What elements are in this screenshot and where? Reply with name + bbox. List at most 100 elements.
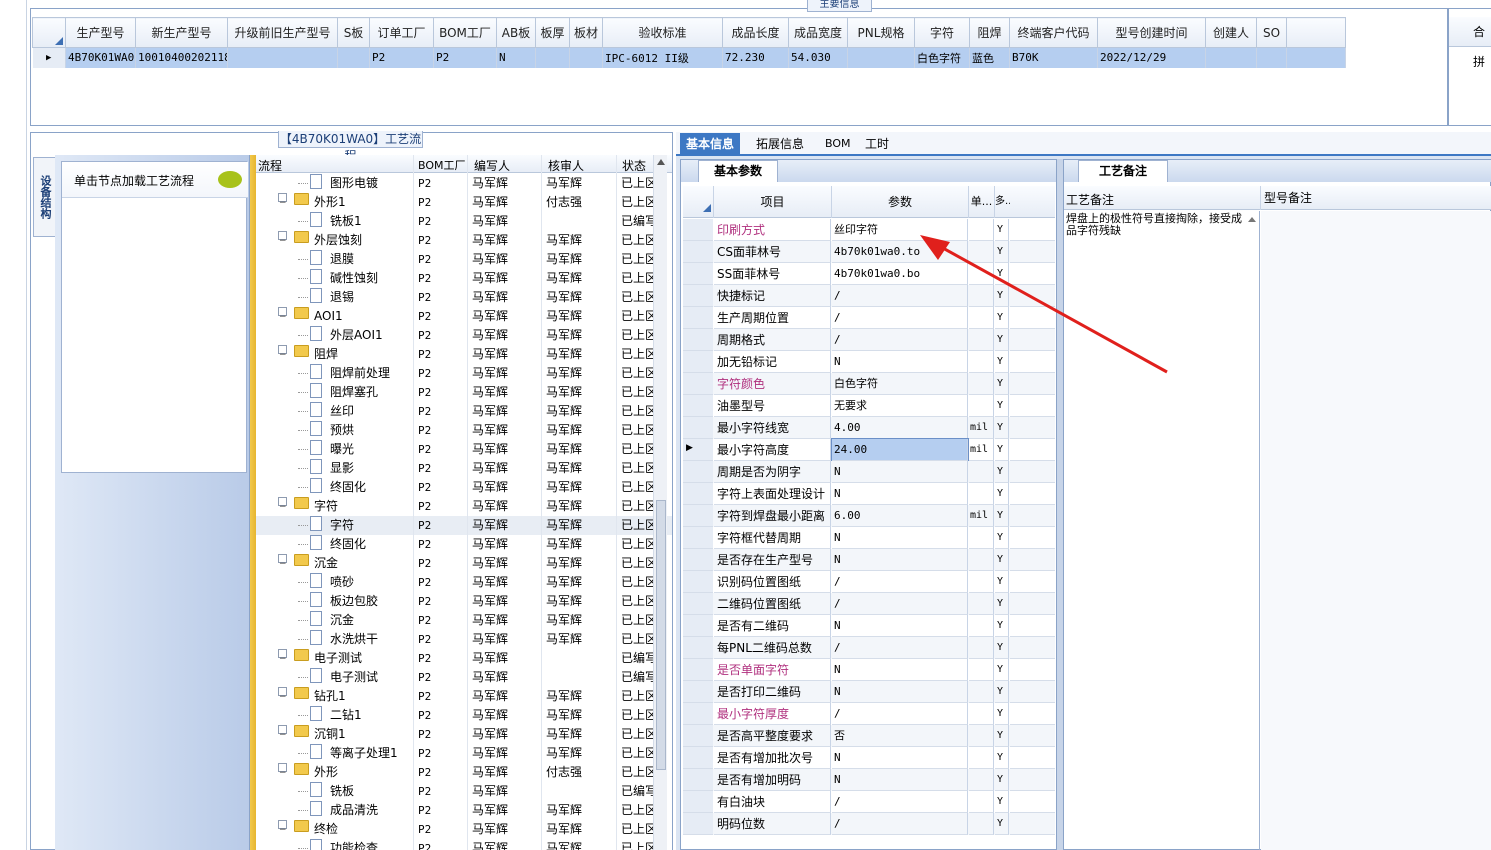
process-row[interactable]: 终固化 P2 马军辉 马军辉 已上区: [256, 478, 672, 497]
process-row[interactable]: 阻焊前处理 P2 马军辉 马军辉 已上区: [256, 364, 672, 383]
param-value[interactable]: /: [832, 571, 968, 593]
remark-scroll-up-icon[interactable]: [1248, 217, 1256, 222]
process-row[interactable]: 丝印 P2 马军辉 马军辉 已上区: [256, 402, 672, 421]
main-col-header[interactable]: 板材: [569, 17, 603, 48]
collapse-icon[interactable]: −: [278, 649, 287, 664]
row-header[interactable]: [683, 307, 713, 329]
main-col-header[interactable]: 板厚: [535, 17, 570, 48]
main-cell[interactable]: P2: [433, 47, 497, 68]
col-unit[interactable]: 单...: [968, 186, 994, 218]
row-header[interactable]: [683, 659, 713, 681]
process-row[interactable]: 曝光 P2 马军辉 马军辉 已上区: [256, 440, 672, 459]
row-header[interactable]: [683, 241, 713, 263]
row-header[interactable]: [683, 483, 713, 505]
param-value[interactable]: N: [832, 659, 968, 681]
collapse-icon[interactable]: −: [278, 687, 287, 702]
process-row[interactable]: 阻焊塞孔 P2 马军辉 马军辉 已上区: [256, 383, 672, 402]
process-row[interactable]: 板边包胶 P2 马军辉 马军辉 已上区: [256, 592, 672, 611]
process-row[interactable]: − 字符 P2 马军辉 马军辉 已上区: [256, 497, 672, 516]
row-header[interactable]: [683, 791, 713, 813]
col-process-remark[interactable]: 工艺备注: [1066, 191, 1114, 208]
row-header[interactable]: [683, 593, 713, 615]
main-cell[interactable]: 72.230: [722, 47, 789, 68]
param-value[interactable]: /: [832, 791, 968, 813]
collapse-icon[interactable]: −: [278, 820, 287, 835]
main-col-header[interactable]: 成品长度: [722, 17, 789, 48]
param-value[interactable]: N: [832, 549, 968, 571]
process-row[interactable]: 终固化 P2 马军辉 马军辉 已上区: [256, 535, 672, 554]
param-row[interactable]: 最小字符厚度 / Y: [683, 703, 1055, 725]
main-cell[interactable]: P2: [369, 47, 434, 68]
main-col-header[interactable]: 订单工厂: [369, 17, 434, 48]
main-col-header[interactable]: BOM工厂: [433, 17, 497, 48]
main-cell[interactable]: IPC-6012 II级: [602, 47, 723, 68]
main-col-header[interactable]: SO: [1256, 17, 1287, 48]
main-col-header[interactable]: 升级前旧生产型号: [227, 17, 338, 48]
tab-work-hours[interactable]: 工时: [859, 133, 895, 155]
row-header[interactable]: [683, 571, 713, 593]
param-value[interactable]: /: [832, 593, 968, 615]
collapse-icon[interactable]: −: [278, 231, 287, 246]
param-value[interactable]: 6.00: [832, 505, 968, 527]
main-cell[interactable]: 蓝色: [969, 47, 1010, 68]
row-header[interactable]: [683, 703, 713, 725]
row-header[interactable]: [683, 725, 713, 747]
vtab-device-structure[interactable]: 设备结构: [33, 157, 55, 237]
tab-extended-info[interactable]: 拓展信息: [750, 133, 810, 155]
params-corner[interactable]: [703, 204, 711, 212]
collapse-icon[interactable]: −: [278, 763, 287, 778]
main-col-header[interactable]: 创建人: [1205, 17, 1257, 48]
process-row[interactable]: − 终检 P2 马军辉 马军辉 已上区: [256, 820, 672, 839]
param-row[interactable]: 是否高平整度要求否 Y: [683, 725, 1055, 747]
main-cell[interactable]: [847, 47, 915, 68]
model-remark-cell[interactable]: [1261, 211, 1491, 850]
param-row[interactable]: 是否有增加批次号 N Y: [683, 747, 1055, 769]
param-row[interactable]: 油墨型号 无要求 Y: [683, 395, 1055, 417]
process-row[interactable]: 电子测试 P2 马军辉 已编写: [256, 668, 672, 687]
param-row[interactable]: 有白油块 / Y: [683, 791, 1055, 813]
main-cell[interactable]: 白色字符: [914, 47, 970, 68]
main-col-header[interactable]: 字符: [914, 17, 970, 48]
main-cell[interactable]: B70K: [1009, 47, 1098, 68]
row-header[interactable]: [683, 769, 713, 791]
param-value[interactable]: /: [832, 637, 968, 659]
tab-bom[interactable]: BOM: [819, 133, 857, 155]
row-header[interactable]: [683, 747, 713, 769]
main-col-header[interactable]: 阻焊: [969, 17, 1010, 48]
process-row[interactable]: 碱性蚀刻 P2 马军辉 马军辉 已上区: [256, 269, 672, 288]
param-value[interactable]: 否: [832, 725, 968, 747]
main-cell[interactable]: [1205, 47, 1257, 68]
row-header[interactable]: [683, 373, 713, 395]
subtab-basic-params[interactable]: 基本参数: [698, 160, 778, 182]
row-header[interactable]: [683, 461, 713, 483]
process-row[interactable]: 二钻1 P2 马军辉 马军辉 已上区: [256, 706, 672, 725]
col-param[interactable]: 参数: [831, 186, 968, 218]
param-row[interactable]: 是否打印二维码 N Y: [683, 681, 1055, 703]
param-value[interactable]: N: [832, 769, 968, 791]
main-cell[interactable]: [569, 47, 603, 68]
main-col-header[interactable]: 新生产型号: [135, 17, 228, 48]
tab-process-remarks[interactable]: 工艺备注: [1078, 160, 1168, 182]
process-row[interactable]: 功能检查 P2 马军辉 马军辉 已上区: [256, 839, 672, 850]
param-row[interactable]: 是否单面字符 N Y: [683, 659, 1055, 681]
main-col-header[interactable]: AB板: [496, 17, 536, 48]
param-row[interactable]: 是否有二维码 N Y: [683, 615, 1055, 637]
main-cell[interactable]: 10010400202118: [135, 47, 228, 68]
param-value[interactable]: /: [832, 813, 968, 835]
process-row[interactable]: 等离子处理1 P2 马军辉 马军辉 已上区: [256, 744, 672, 763]
process-row[interactable]: 铣板1 P2 马军辉 已编写: [256, 212, 672, 231]
main-cell[interactable]: 2022/12/29: [1097, 47, 1206, 68]
col-multi[interactable]: 多...: [994, 186, 1010, 218]
scroll-up-icon[interactable]: [657, 159, 665, 165]
param-value[interactable]: N: [832, 681, 968, 703]
tab-basic-info[interactable]: 基本信息: [680, 133, 741, 155]
param-row[interactable]: 是否有增加明码 N Y: [683, 769, 1055, 791]
param-row[interactable]: 字符框代替周期 N Y: [683, 527, 1055, 549]
main-cell[interactable]: [227, 47, 338, 68]
process-row[interactable]: 退膜 P2 马军辉 马军辉 已上区: [256, 250, 672, 269]
main-col-header[interactable]: 生产型号: [65, 17, 136, 48]
process-row[interactable]: − 外形1 P2 马军辉 付志强 已上区: [256, 193, 672, 212]
param-value[interactable]: N: [832, 615, 968, 637]
grid-corner[interactable]: [32, 17, 66, 48]
process-row[interactable]: 预烘 P2 马军辉 马军辉 已上区: [256, 421, 672, 440]
